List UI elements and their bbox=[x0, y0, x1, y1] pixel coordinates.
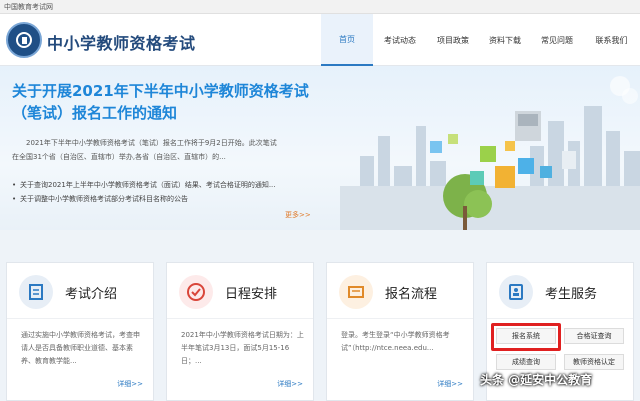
card-divider bbox=[7, 318, 153, 319]
card-more-link[interactable]: 详细>> bbox=[117, 379, 143, 389]
banner-body: 2021年下半年中小学教师资格考试（笔试）报名工作将于9月2日开始。此次笔试在全… bbox=[12, 139, 277, 161]
card-more-link[interactable]: 详细>> bbox=[277, 379, 303, 389]
main-nav: 首页 考试动态 项目政策 资料下载 常见问题 联系我们 bbox=[321, 14, 640, 66]
id-card-icon bbox=[499, 275, 533, 309]
banner-title[interactable]: 关于开展2021年下半年中小学教师资格考试（笔试）报名工作的通知 bbox=[12, 80, 312, 124]
card-title: 报名流程 bbox=[385, 287, 438, 302]
score-query-button[interactable]: 成绩查询 bbox=[496, 354, 556, 370]
card-registration-process[interactable]: 报名流程 登录。考生登录“中小学教师资格考试”（http://ntce.neea… bbox=[326, 262, 474, 401]
banner: 关于开展2021年下半年中小学教师资格考试（笔试）报名工作的通知 2021年下半… bbox=[0, 66, 640, 230]
card-title: 日程安排 bbox=[225, 287, 278, 302]
card-divider bbox=[487, 318, 633, 319]
banner-list-item[interactable]: 关于查询2021年上半年中小学教师资格考试（面试）结果、考试合格证明的通知... bbox=[12, 178, 312, 192]
top-strip: 中国教育考试网 bbox=[0, 0, 640, 14]
card-divider bbox=[167, 318, 313, 319]
site-logo-icon[interactable] bbox=[6, 22, 42, 58]
card-text: 通过实施中小学教师资格考试，考查申请人是否具备教师职业道德、基本素养、教育教学能… bbox=[21, 331, 140, 365]
card-schedule[interactable]: 日程安排 2021年中小学教师资格考试日期为：上半年笔试3月13日，面试5月15… bbox=[166, 262, 314, 401]
site-title[interactable]: 中小学教师资格考试 bbox=[47, 30, 196, 54]
nav-item-home[interactable]: 首页 bbox=[321, 14, 373, 66]
nav-item-exam-news[interactable]: 考试动态 bbox=[373, 14, 427, 66]
highlight-box bbox=[491, 323, 561, 351]
banner-illustration bbox=[340, 76, 640, 230]
card-divider bbox=[327, 318, 473, 319]
banner-list-item[interactable]: 关于调整中小学教师资格考试部分考试科目名称的公告 bbox=[12, 192, 312, 206]
card-exam-intro[interactable]: 考试介绍 通过实施中小学教师资格考试，考查申请人是否具备教师职业道德、基本素养、… bbox=[6, 262, 154, 401]
check-icon bbox=[179, 275, 213, 309]
watermark: 头条 @延安中公教育 bbox=[480, 373, 593, 387]
nav-item-contact[interactable]: 联系我们 bbox=[583, 14, 640, 66]
card-text: 登录。考生登录“中小学教师资格考试”（http://ntce.neea.edu.… bbox=[341, 331, 450, 352]
top-strip-text: 中国教育考试网 bbox=[4, 3, 53, 11]
banner-list: 关于查询2021年上半年中小学教师资格考试（面试）结果、考试合格证明的通知...… bbox=[12, 178, 312, 206]
card-text: 2021年中小学教师资格考试日期为：上半年笔试3月13日，面试5月15-16日；… bbox=[181, 331, 304, 365]
card-title: 考生服务 bbox=[545, 287, 598, 302]
certificate-query-button[interactable]: 合格证查询 bbox=[564, 328, 624, 344]
card-more-link[interactable]: 详细>> bbox=[437, 379, 463, 389]
teacher-cert-button[interactable]: 教师资格认定 bbox=[564, 354, 624, 370]
card-title: 考试介绍 bbox=[65, 287, 118, 302]
nav-item-faq[interactable]: 常见问题 bbox=[531, 14, 583, 66]
document-icon bbox=[19, 275, 53, 309]
nav-item-downloads[interactable]: 资料下载 bbox=[479, 14, 531, 66]
nav-item-policy[interactable]: 项目政策 bbox=[427, 14, 479, 66]
form-icon bbox=[339, 275, 373, 309]
